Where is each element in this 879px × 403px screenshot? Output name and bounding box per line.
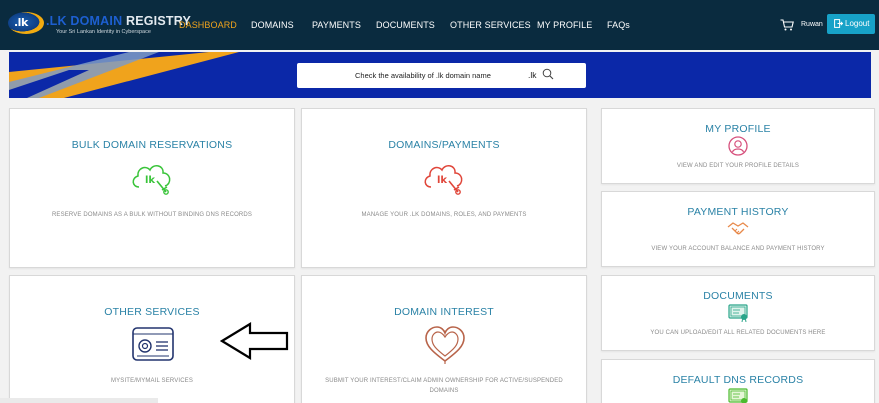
banner-stripes [9,52,239,98]
user-circle-icon [728,136,748,156]
top-navbar: .lk .LK DOMAIN REGISTRY Your Sri Lankan … [0,0,879,50]
nav-payments[interactable]: PAYMENTS [312,20,361,30]
domain-search-box[interactable]: Check the availability of .lk domain nam… [297,63,586,88]
user-name[interactable]: Ruwan [801,21,823,28]
card-description: MYSITE/MYMAIL SERVICES [111,378,193,384]
card-description: RESERVE DOMAINS AS A BULK WITHOUT BINDIN… [51,212,253,218]
logo-badge: .lk [8,12,44,34]
nav-documents[interactable]: DOCUMENTS [376,20,435,30]
logout-button[interactable]: Logout [827,14,875,34]
card-title: DOMAINS/PAYMENTS [388,139,500,151]
cloud-lk-icon: lk [424,165,463,195]
card-bulk-domain-reservations[interactable]: BULK DOMAIN RESERVATIONS lk RESERVE DOMA… [9,108,295,268]
logo-title-domain: .LK DOMAIN [46,14,123,28]
id-card-icon [132,327,174,361]
logo-badge-text: .lk [14,16,28,29]
handshake-icon [727,222,749,235]
nav-other-services[interactable]: OTHER SERVICES [450,20,531,30]
card-title: BULK DOMAIN RESERVATIONS [71,139,233,151]
cloud-lk-icon: lk [132,165,171,195]
nav-faqs[interactable]: FAQs [607,20,630,30]
card-title: OTHER SERVICES [104,306,200,318]
svg-text:lk: lk [145,175,155,186]
card-title: DOMAIN INTEREST [394,306,494,318]
certificate-icon [728,304,748,322]
card-description: YOU CAN UPLOAD/EDIT ALL RELATED DOCUMENT… [650,330,826,336]
logo-title: .LK DOMAIN REGISTRY [46,14,191,28]
search-banner: Check the availability of .lk domain nam… [9,52,871,98]
logout-icon [834,19,843,29]
certificate-icon [728,388,748,403]
bottom-scroll-strip [0,398,158,403]
domain-suffix: .lk [528,70,537,80]
card-description: SUBMIT YOUR INTEREST/CLAIM ADMIN OWNERSH… [325,378,563,394]
card-payment-history[interactable]: PAYMENT HISTORY VIEW YOUR ACCOUNT BALANC… [601,191,875,267]
cart-icon[interactable] [780,19,794,31]
logout-label: Logout [845,19,870,28]
card-domains-payments[interactable]: DOMAINS/PAYMENTS lk MANAGE YOUR .LK DOMA… [301,108,587,268]
card-title: DOCUMENTS [703,290,773,302]
svg-text:lk: lk [437,175,447,186]
logo-subtitle: Your Sri Lankan Identity in Cyberspace [56,29,151,35]
arrow-left-icon [220,322,289,360]
search-icon[interactable] [542,68,554,80]
nav-my-profile[interactable]: MY PROFILE [537,20,592,30]
card-description: MANAGE YOUR .LK DOMAINS, ROLES, AND PAYM… [361,212,527,218]
card-description: VIEW YOUR ACCOUNT BALANCE AND PAYMENT HI… [651,246,825,252]
card-title: PAYMENT HISTORY [687,206,789,218]
domain-search-label: Check the availability of .lk domain nam… [355,71,491,80]
card-documents[interactable]: DOCUMENTS YOU CAN UPLOAD/EDIT ALL RELATE… [601,275,875,351]
site-logo[interactable]: .lk .LK DOMAIN REGISTRY Your Sri Lankan … [8,10,191,38]
card-description: VIEW AND EDIT YOUR PROFILE DETAILS [676,163,800,169]
heart-icon [425,326,465,364]
card-domain-interest[interactable]: DOMAIN INTEREST SUBMIT YOUR INTEREST/CLA… [301,275,587,403]
card-title: MY PROFILE [705,123,771,135]
nav-dashboard[interactable]: DASHBOARD [179,20,237,30]
card-title: DEFAULT DNS RECORDS [672,374,804,386]
nav-domains[interactable]: DOMAINS [251,20,294,30]
card-default-dns-records[interactable]: DEFAULT DNS RECORDS [601,359,875,403]
card-my-profile[interactable]: MY PROFILE VIEW AND EDIT YOUR PROFILE DE… [601,108,875,184]
